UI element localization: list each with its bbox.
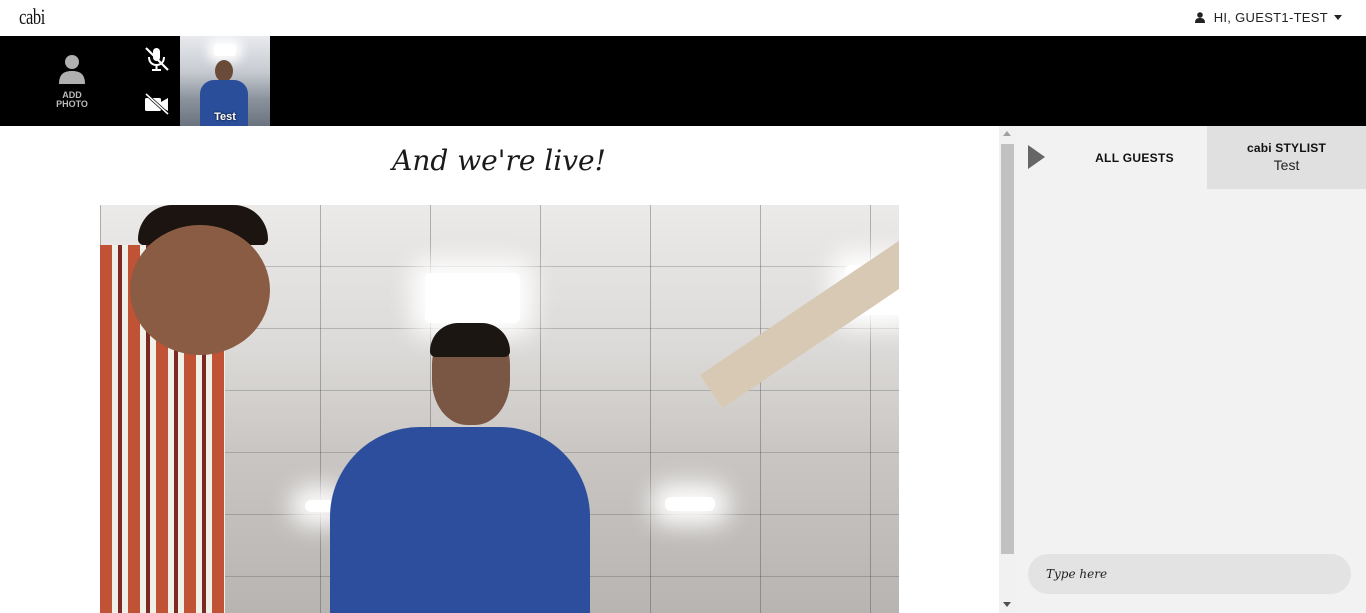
self-video-thumbnail[interactable]: Test	[180, 36, 270, 126]
mute-microphone-button[interactable]	[143, 46, 171, 72]
thumbnail-name: Test	[214, 111, 236, 123]
add-photo-button[interactable]: ADD PHOTO	[42, 54, 102, 114]
mic-muted-icon	[145, 47, 169, 71]
user-greeting: HI, GUEST1-TEST	[1213, 10, 1328, 25]
camera-off-icon	[144, 92, 170, 116]
person-silhouette-icon	[59, 55, 85, 84]
vertical-scrollbar[interactable]	[999, 126, 1016, 613]
play-triangle-icon[interactable]	[1028, 145, 1045, 169]
video-person-center-hair	[430, 323, 510, 357]
caret-down-icon	[1334, 15, 1342, 20]
live-video-feed[interactable]	[100, 205, 899, 613]
chat-panel: ALL GUESTS cabi STYLIST Test	[1016, 126, 1366, 613]
tab-cabi-stylist[interactable]: cabi STYLIST Test	[1207, 126, 1366, 189]
scrollbar-thumb[interactable]	[1001, 144, 1014, 554]
tab-all-guests[interactable]: ALL GUESTS	[1062, 126, 1207, 189]
top-bar: cabi HI, GUEST1-TEST	[0, 0, 1366, 36]
page-headline: And we're live!	[392, 144, 606, 177]
toggle-camera-button[interactable]	[143, 92, 171, 116]
thumb-head	[215, 60, 233, 82]
scroll-down-arrow[interactable]	[1003, 602, 1011, 607]
video-lamp	[425, 273, 520, 323]
thumb-ceiling-light	[214, 44, 236, 56]
main-content: And we're live!	[0, 126, 998, 613]
stylist-tab-title: cabi STYLIST	[1246, 141, 1327, 155]
cabi-logo[interactable]: cabi	[19, 4, 45, 30]
add-photo-label: ADD PHOTO	[56, 90, 88, 109]
participant-strip: ADD PHOTO Test	[0, 36, 1366, 126]
video-person-left-face	[130, 225, 270, 355]
stylist-tab-name: Test	[1273, 157, 1300, 173]
chat-message-input[interactable]	[1028, 554, 1351, 594]
user-menu[interactable]: HI, GUEST1-TEST	[1194, 10, 1342, 25]
video-person-center	[330, 427, 590, 613]
scroll-up-arrow[interactable]	[1003, 131, 1011, 136]
video-lamp	[665, 497, 715, 511]
user-icon	[1194, 12, 1205, 23]
